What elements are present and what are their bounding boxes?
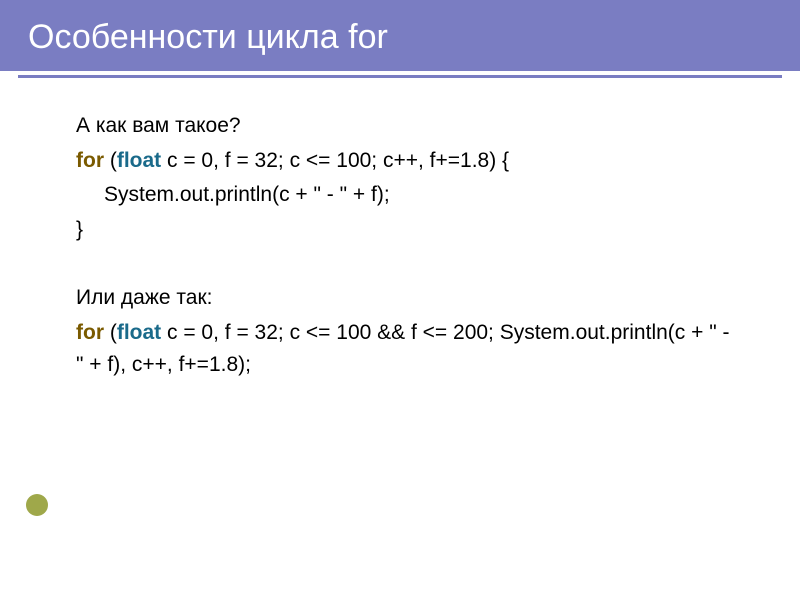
code-text: ( <box>104 321 117 344</box>
keyword-float: float <box>117 321 161 344</box>
text-line-1: А как вам такое? <box>76 110 742 143</box>
code-text: ( <box>104 149 117 172</box>
code-line-3: } <box>76 214 742 247</box>
keyword-for: for <box>76 321 104 344</box>
keyword-for: for <box>76 149 104 172</box>
bullet-icon <box>26 494 48 516</box>
slide: Особенности цикла for А как вам такое? f… <box>0 0 800 600</box>
code-text: c = 0, f = 32; c <= 100; c++, f+=1.8) { <box>161 149 509 172</box>
slide-title: Особенности цикла for <box>0 0 800 71</box>
code-line-1: for (float c = 0, f = 32; c <= 100; c++,… <box>76 145 742 178</box>
slide-content: А как вам такое? for (float c = 0, f = 3… <box>0 78 800 382</box>
spacer <box>76 248 742 282</box>
keyword-float: float <box>117 149 161 172</box>
text-line-2: Или даже так: <box>76 282 742 315</box>
code-line-2: System.out.println(c + " - " + f); <box>76 179 742 212</box>
code-text: c = 0, f = 32; c <= 100 && f <= 200; Sys… <box>76 321 730 377</box>
code-line-4: for (float c = 0, f = 32; c <= 100 && f … <box>76 317 742 382</box>
